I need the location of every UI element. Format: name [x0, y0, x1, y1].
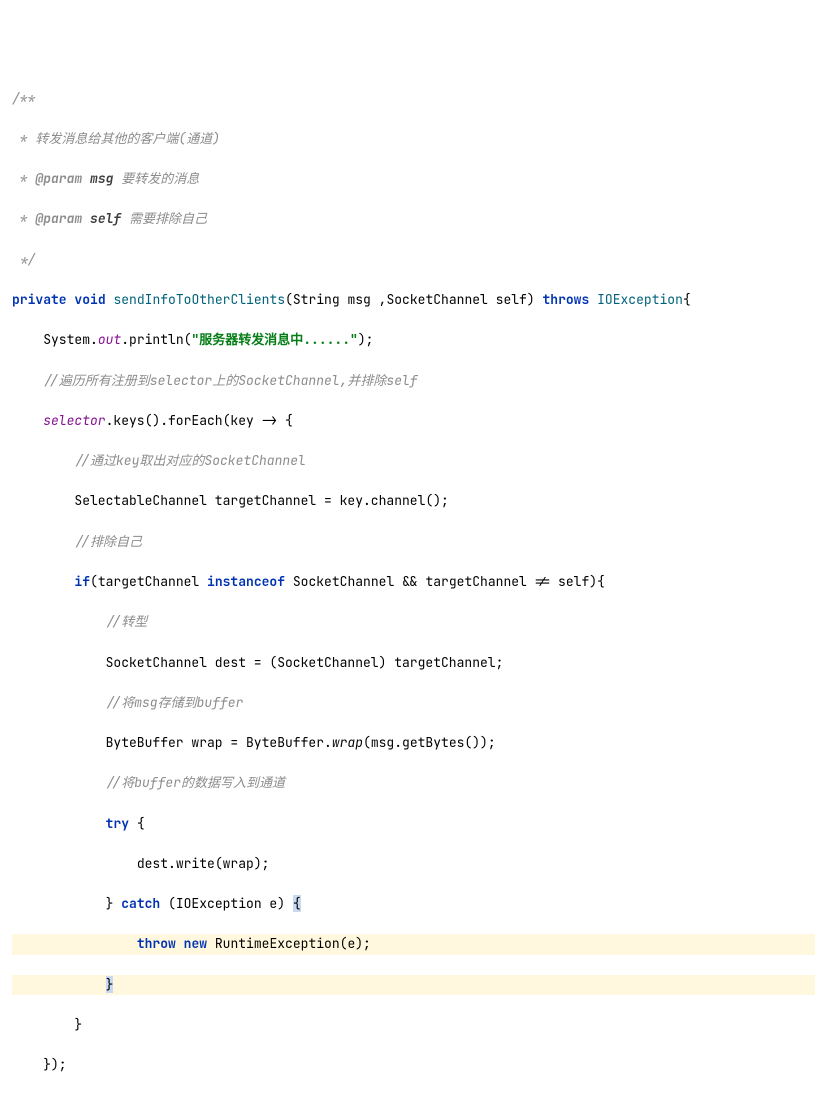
statement: dest.write(wrap);	[137, 855, 270, 872]
doc-star: *	[12, 170, 35, 187]
doc-param-tag: @param	[35, 170, 82, 187]
code-line: if(targetChannel instanceof SocketChanne…	[12, 572, 815, 592]
comment: //将buffer的数据写入到通道	[106, 774, 285, 791]
code-line: /**	[12, 89, 815, 109]
kw-new: new	[184, 935, 207, 952]
code-line: * 转发消息给其他的客户端(通道)	[12, 129, 815, 149]
code-line: });	[12, 1055, 815, 1075]
code-line: //将buffer的数据写入到通道	[12, 773, 815, 793]
comment: //遍历所有注册到selector上的SocketChannel,并排除self	[43, 372, 417, 389]
doc-param-desc: 要转发的消息	[113, 170, 199, 187]
doc-close: */	[12, 251, 35, 268]
kw-void: void	[74, 291, 105, 308]
kw-try: try	[106, 815, 129, 832]
code-line: SocketChannel dest = (SocketChannel) tar…	[12, 653, 815, 673]
out-field: out	[98, 331, 121, 348]
code-line: //遍历所有注册到selector上的SocketChannel,并排除self	[12, 371, 815, 391]
highlighted-line: throw new RuntimeException(e);	[12, 934, 815, 954]
comment: //将msg存储到buffer	[106, 694, 244, 711]
code-line: //通过key取出对应的SocketChannel	[12, 451, 815, 471]
doc-star: *	[12, 210, 35, 227]
code-line: }	[12, 1015, 815, 1035]
method-params: (String msg ,SocketChannel self)	[285, 291, 535, 308]
code-line: SelectableChannel targetChannel = key.ch…	[12, 491, 815, 511]
code-line: * @param self 需要排除自己	[12, 209, 815, 229]
kw-private: private	[12, 291, 67, 308]
doc-open: /**	[12, 90, 35, 107]
code-line: System.out.println("服务器转发消息中......");	[12, 330, 815, 350]
code-line: //将msg存储到buffer	[12, 693, 815, 713]
code-line: try {	[12, 814, 815, 834]
exception-type: IOException	[597, 291, 683, 308]
system: System.	[43, 331, 98, 348]
foreach-call: .keys().forEach(key -> {	[106, 412, 293, 429]
kw-throws: throws	[542, 291, 589, 308]
highlighted-line: }	[12, 975, 815, 995]
brace: {	[683, 291, 691, 308]
condition: SocketChannel && targetChannel != self){	[285, 573, 605, 590]
doc-desc: * 转发消息给其他的客户端(通道)	[12, 130, 220, 147]
string-literal: "服务器转发消息中......"	[191, 331, 357, 348]
brace: }	[74, 1016, 82, 1033]
code-line: //排除自己	[12, 532, 815, 552]
code-line: * @param msg 要转发的消息	[12, 169, 815, 189]
code-line: selector.keys().forEach(key -> {	[12, 411, 815, 431]
doc-param-name: self	[90, 210, 121, 227]
throw-expr: RuntimeException(e);	[207, 935, 371, 952]
close-lambda: });	[43, 1056, 66, 1073]
comment: //排除自己	[74, 533, 142, 550]
catch-param: (IOException e)	[160, 895, 293, 912]
code-line: //转型	[12, 612, 815, 632]
code-line: private void sendInfoToOtherClients(Stri…	[12, 290, 815, 310]
code-line: */	[12, 250, 815, 270]
kw-if: if	[74, 573, 90, 590]
kw-throw: throw	[137, 935, 176, 952]
highlighted-brace: {	[293, 895, 301, 912]
wrap-method: wrap	[332, 734, 363, 751]
statement: SelectableChannel targetChannel = key.ch…	[74, 492, 448, 509]
doc-param-desc: 需要排除自己	[121, 210, 207, 227]
comment: //通过key取出对应的SocketChannel	[74, 452, 305, 469]
highlighted-brace: }	[106, 976, 114, 993]
selector-field: selector	[43, 412, 105, 429]
doc-param-tag: @param	[35, 210, 82, 227]
statement: SocketChannel dest = (SocketChannel) tar…	[106, 654, 504, 671]
println: .println(	[121, 331, 191, 348]
code-line: ByteBuffer wrap = ByteBuffer.wrap(msg.ge…	[12, 733, 815, 753]
code-line: } catch (IOException e) {	[12, 894, 815, 914]
code-line: dest.write(wrap);	[12, 854, 815, 874]
method-name: sendInfoToOtherClients	[113, 291, 285, 308]
kw-catch: catch	[121, 895, 160, 912]
kw-instanceof: instanceof	[207, 573, 285, 590]
doc-param-name: msg	[90, 170, 113, 187]
comment: //转型	[106, 613, 148, 630]
